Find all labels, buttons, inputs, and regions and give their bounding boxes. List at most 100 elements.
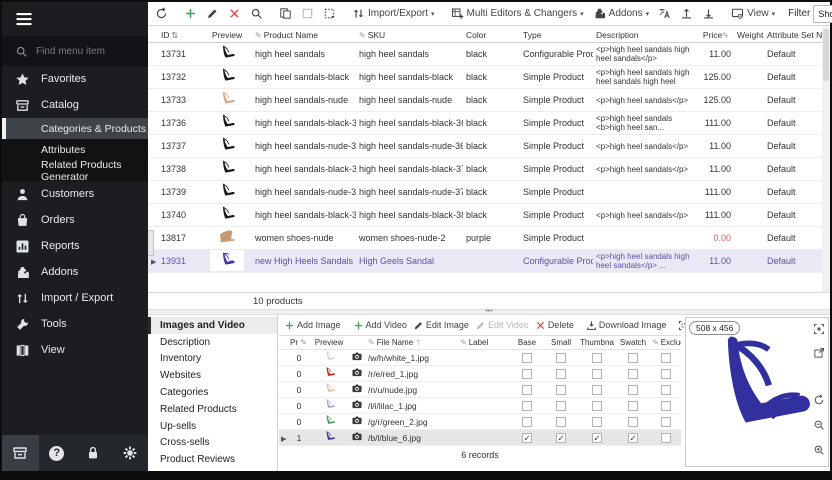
column-header[interactable]: Description: [593, 30, 696, 40]
small-checkbox[interactable]: [556, 353, 566, 363]
small-checkbox[interactable]: ✓: [556, 433, 566, 443]
product-row-13737[interactable]: 13737high heel sandals-nude-36high heel …: [148, 135, 830, 158]
add-product-button[interactable]: [181, 5, 200, 22]
category-filter-select[interactable]: Show products from selected categories▾: [813, 5, 832, 23]
open-external-icon[interactable]: [813, 346, 825, 364]
edit-video-button[interactable]: Edit Video: [473, 319, 531, 332]
column-header[interactable]: ✎File Name ⊤: [366, 338, 458, 347]
thumbnail-checkbox[interactable]: [592, 385, 602, 395]
base-checkbox[interactable]: ✓: [522, 433, 532, 443]
panel-collapse-handle[interactable]: [148, 230, 154, 256]
tab-categories[interactable]: Categories: [148, 384, 277, 401]
tab-description[interactable]: Description: [148, 334, 277, 351]
base-checkbox[interactable]: [522, 401, 532, 411]
sidebar-item-catalog[interactable]: Catalog: [2, 92, 148, 118]
swatch-checkbox[interactable]: [628, 417, 638, 427]
select-button[interactable]: [298, 5, 317, 22]
base-checkbox[interactable]: [522, 353, 532, 363]
import-export-button[interactable]: Import/Export▾: [349, 5, 438, 22]
product-row-13736[interactable]: 13736high heel sandals-black-36high heel…: [148, 112, 830, 135]
product-row-13732[interactable]: 13732high heel sandals-blackhigh heel sa…: [148, 66, 830, 89]
image-row-red_1.jpg[interactable]: 0/r/e/red_1.jpg: [279, 366, 681, 382]
delete-button[interactable]: Delete: [533, 319, 576, 332]
swatch-checkbox[interactable]: [628, 401, 638, 411]
tab-up-sells[interactable]: Up-sells: [148, 418, 277, 435]
image-row-blue_6.jpg[interactable]: ▶1/b/l/blue_6.jpg✓✓✓✓: [279, 430, 681, 446]
thumbnail-checkbox[interactable]: ✓: [592, 433, 602, 443]
tab-related-products[interactable]: Related Products: [148, 401, 277, 418]
export-up-button[interactable]: [677, 5, 696, 22]
sidebar-item-attributes[interactable]: Attributes: [2, 139, 148, 160]
column-header[interactable]: Thumbna: [578, 338, 616, 347]
sidebar-item-view[interactable]: View: [2, 337, 148, 363]
product-row-13738[interactable]: 13738high heel sandals-black-37high heel…: [148, 158, 830, 181]
sidebar-item-import-export[interactable]: Import / Export: [2, 285, 148, 311]
small-checkbox[interactable]: [556, 417, 566, 427]
add-video-button[interactable]: Add Video: [351, 319, 409, 332]
copy-button[interactable]: [276, 5, 295, 22]
small-checkbox[interactable]: [556, 369, 566, 379]
addons-button[interactable]: Addons▾: [590, 5, 652, 22]
exclude-checkbox[interactable]: [661, 385, 671, 395]
exclude-checkbox[interactable]: [661, 417, 671, 427]
actual-size-icon[interactable]: [813, 322, 825, 340]
thumbnail-checkbox[interactable]: [592, 353, 602, 363]
column-header[interactable]: Small: [544, 338, 578, 347]
thumbnail-checkbox[interactable]: [592, 417, 602, 427]
tab-websites[interactable]: Websites: [148, 367, 277, 384]
hamburger-menu-icon[interactable]: [2, 2, 148, 36]
base-checkbox[interactable]: [522, 369, 532, 379]
product-row-13733[interactable]: 13733high heel sandals-nudehigh heel san…: [148, 89, 830, 112]
column-header[interactable]: ID⇅: [158, 30, 202, 40]
multi-editors-button[interactable]: Multi Editors & Changers▾: [448, 5, 587, 22]
tab-product-reviews[interactable]: Product Reviews: [148, 451, 277, 468]
base-checkbox[interactable]: [522, 385, 532, 395]
store-button[interactable]: [2, 435, 39, 471]
rotate-icon[interactable]: [813, 393, 825, 411]
help-button[interactable]: ?: [39, 435, 76, 471]
scrollbar-thumb[interactable]: [823, 29, 829, 81]
column-header[interactable]: Preview: [202, 30, 252, 40]
column-header[interactable]: ✎Label: [458, 338, 510, 347]
gear-button[interactable]: [112, 435, 149, 471]
zoom-out-icon[interactable]: [813, 418, 825, 436]
paste-special-button[interactable]: [320, 5, 339, 22]
small-checkbox[interactable]: [556, 401, 566, 411]
sidebar-item-favorites[interactable]: Favorites: [2, 66, 148, 92]
tab-inventory[interactable]: Inventory: [148, 351, 277, 368]
sidebar-item-addons[interactable]: Addons: [2, 259, 148, 285]
swatch-checkbox[interactable]: [628, 353, 638, 363]
exclude-checkbox[interactable]: [661, 369, 671, 379]
import-down-button[interactable]: [699, 5, 718, 22]
sidebar-item-customers[interactable]: Customers: [2, 181, 148, 207]
column-header[interactable]: ✎SKU: [356, 30, 463, 40]
image-row-nude.jpg[interactable]: 0/n/u/nude.jpg: [279, 382, 681, 398]
column-header[interactable]: Swatch: [616, 338, 650, 347]
sidebar-item-categories-products[interactable]: Categories & Products: [2, 118, 148, 139]
sidebar-item-reports[interactable]: Reports: [2, 233, 148, 259]
sidebar-item-orders[interactable]: Orders: [2, 207, 148, 233]
column-header[interactable]: Type: [520, 30, 593, 40]
vertical-scrollbar[interactable]: [822, 27, 830, 292]
swatch-checkbox[interactable]: [628, 369, 638, 379]
column-header[interactable]: Pr ✎: [288, 338, 310, 347]
view-button[interactable]: View▾: [728, 5, 778, 22]
column-header[interactable]: ✎Exclude: [650, 338, 681, 347]
image-row-green_2.jpg[interactable]: 0/g/r/green_2.jpg: [279, 414, 681, 430]
zoom-in-icon[interactable]: [813, 443, 825, 461]
product-row-13731[interactable]: 13731high heel sandalshigh heel sandalsb…: [148, 43, 830, 66]
swatch-checkbox[interactable]: ✓: [628, 433, 638, 443]
small-checkbox[interactable]: [556, 385, 566, 395]
sidebar-item-tools[interactable]: Tools: [2, 311, 148, 337]
exclude-checkbox[interactable]: [661, 353, 671, 363]
tab-images-and-video[interactable]: Images and Video: [148, 317, 277, 334]
refresh-button[interactable]: [152, 5, 171, 22]
download-image-button[interactable]: Download Image: [584, 319, 669, 332]
add-image-button[interactable]: Add Image: [282, 319, 343, 332]
column-header[interactable]: ✎Product Name: [252, 30, 356, 40]
lock-button[interactable]: [75, 435, 112, 471]
thumbnail-checkbox[interactable]: [592, 369, 602, 379]
search-button[interactable]: [247, 5, 266, 22]
sidebar-search[interactable]: Find menu item: [2, 36, 148, 66]
column-header[interactable]: Attribute Set Name: [764, 30, 822, 40]
